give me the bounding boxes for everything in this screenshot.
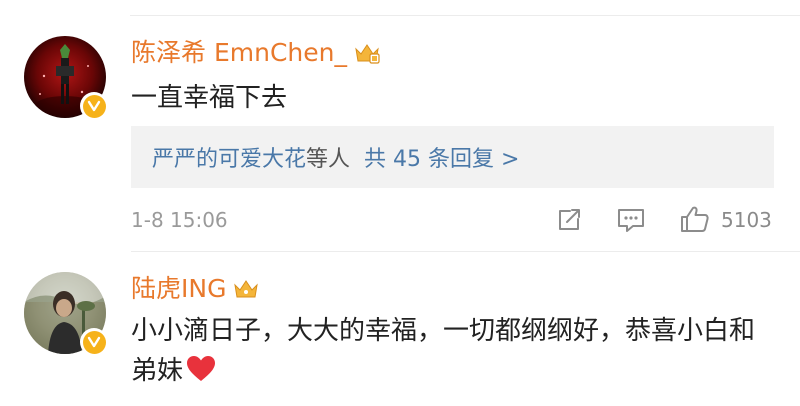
timestamp: 1-8 15:06 xyxy=(131,208,228,232)
verified-icon xyxy=(80,92,108,120)
username-row: 陆虎ING xyxy=(131,274,260,304)
like-count: 5103 xyxy=(721,208,772,232)
reply-author-link[interactable]: 严严的可爱大花 xyxy=(152,141,306,173)
avatar[interactable] xyxy=(24,36,108,120)
divider xyxy=(131,251,800,252)
comment-text-content: 小小滴日子，大大的幸福，一切都纲纲好，恭喜小白和弟妹 xyxy=(131,316,756,386)
crown-icon xyxy=(234,280,259,298)
heart-emoji xyxy=(187,356,216,381)
forward-icon[interactable] xyxy=(555,206,583,234)
like-icon[interactable] xyxy=(679,204,711,234)
comment-item: 陆虎ING 小小滴日子，大大的幸福，一切都纲纲好，恭喜小白和弟妹 xyxy=(0,266,800,406)
divider xyxy=(130,15,800,16)
username[interactable]: 陈泽希 EmnChen_ xyxy=(131,38,347,68)
comment-actions: 1-8 15:06 5103 xyxy=(131,202,774,238)
reply-suffix: 等人 xyxy=(306,147,351,172)
avatar[interactable] xyxy=(24,272,108,356)
username[interactable]: 陆虎ING xyxy=(131,274,226,304)
comment-text: 小小滴日子，大大的幸福，一切都纲纲好，恭喜小白和弟妹 xyxy=(131,311,771,391)
comment-icon[interactable] xyxy=(616,206,646,234)
username-row: 陈泽希 EmnChen_ xyxy=(131,38,381,68)
comment-item: 陈泽希 EmnChen_ 一直幸福下去 严严的可爱大花 等人 共 45 条回复 … xyxy=(0,30,800,252)
reply-summary[interactable]: 严严的可爱大花 等人 共 45 条回复 > xyxy=(131,126,774,188)
comment-text: 一直幸福下去 xyxy=(131,83,288,113)
crown-icon xyxy=(355,44,380,64)
reply-count-link[interactable]: 共 45 条回复 > xyxy=(364,141,519,173)
verified-icon xyxy=(80,328,108,356)
